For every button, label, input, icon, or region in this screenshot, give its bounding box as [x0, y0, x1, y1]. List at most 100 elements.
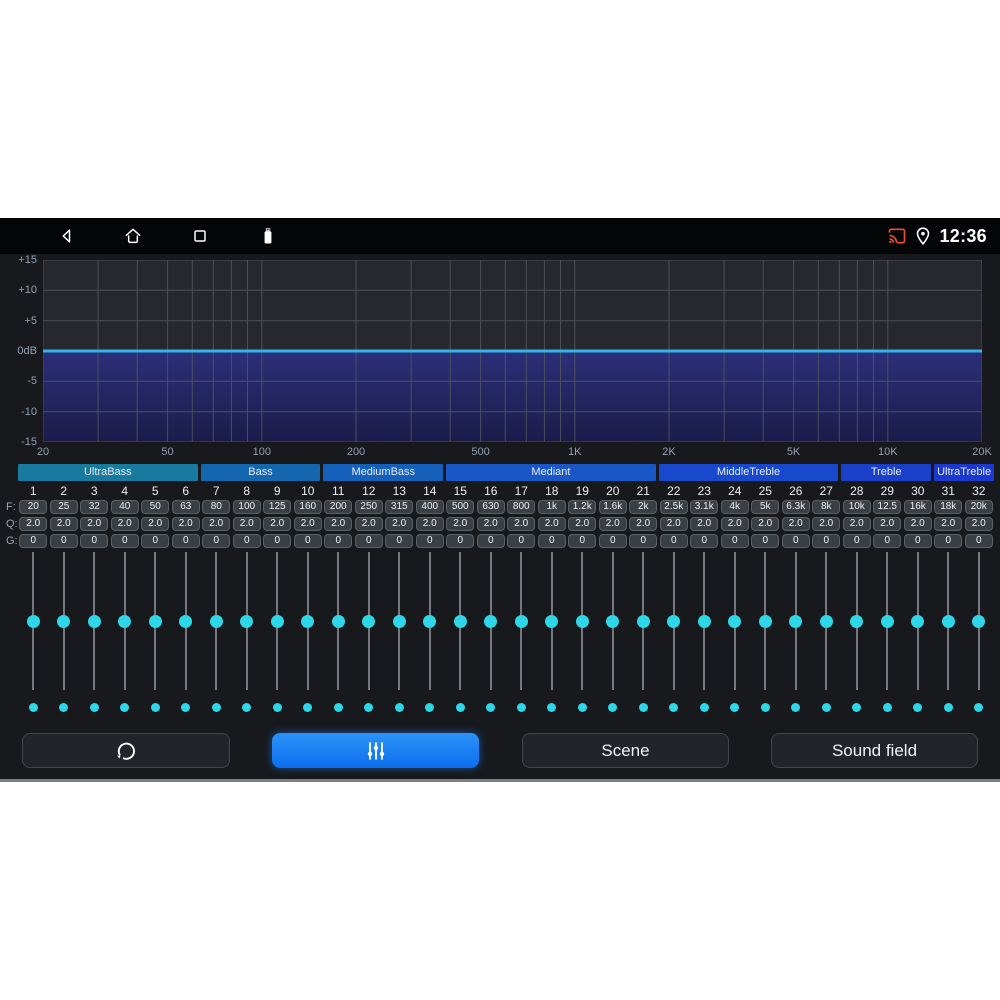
gain-value[interactable]: 0	[141, 534, 170, 548]
q-value[interactable]: 2.0	[781, 517, 810, 531]
q-value[interactable]: 2.0	[293, 517, 322, 531]
gain-value[interactable]: 0	[720, 534, 749, 548]
gain-slider[interactable]	[293, 552, 324, 690]
slider-knob[interactable]	[819, 614, 833, 628]
freq-value[interactable]: 315	[385, 500, 414, 514]
channel-dot[interactable]	[699, 703, 709, 712]
gain-value[interactable]: 0	[354, 534, 383, 548]
slider-knob[interactable]	[484, 614, 498, 628]
freq-value[interactable]: 3.1k	[690, 500, 719, 514]
freq-value[interactable]: 2k	[629, 500, 658, 514]
channel-dot[interactable]	[638, 703, 648, 712]
gain-value[interactable]: 0	[598, 534, 627, 548]
freq-value[interactable]: 5k	[751, 500, 780, 514]
gain-slider[interactable]	[171, 552, 202, 690]
gain-slider[interactable]	[659, 552, 690, 690]
freq-value[interactable]: 2.5k	[659, 500, 688, 514]
channel-dot[interactable]	[89, 703, 99, 712]
channel-dot[interactable]	[242, 703, 252, 712]
equalizer-button[interactable]	[272, 733, 479, 768]
back-icon[interactable]	[57, 226, 77, 246]
gain-slider[interactable]	[567, 552, 598, 690]
q-value[interactable]: 2.0	[873, 517, 902, 531]
gain-slider[interactable]	[354, 552, 385, 690]
freq-value[interactable]: 160	[293, 500, 322, 514]
gain-value[interactable]: 0	[324, 534, 353, 548]
gain-slider[interactable]	[811, 552, 842, 690]
gain-value[interactable]: 0	[80, 534, 109, 548]
slider-knob[interactable]	[148, 614, 162, 628]
gain-value[interactable]: 0	[842, 534, 871, 548]
slider-knob[interactable]	[636, 614, 650, 628]
recents-icon[interactable]	[190, 226, 210, 246]
slider-knob[interactable]	[667, 614, 681, 628]
gain-slider[interactable]	[49, 552, 80, 690]
q-value[interactable]: 2.0	[415, 517, 444, 531]
freq-value[interactable]: 800	[507, 500, 536, 514]
q-value[interactable]: 2.0	[751, 517, 780, 531]
q-value[interactable]: 2.0	[598, 517, 627, 531]
freq-value[interactable]: 1.6k	[598, 500, 627, 514]
slider-knob[interactable]	[941, 614, 955, 628]
gain-value[interactable]: 0	[385, 534, 414, 548]
gain-slider[interactable]	[872, 552, 903, 690]
slider-knob[interactable]	[57, 614, 71, 628]
q-value[interactable]: 2.0	[537, 517, 566, 531]
freq-value[interactable]: 6.3k	[781, 500, 810, 514]
slider-knob[interactable]	[789, 614, 803, 628]
home-icon[interactable]	[123, 226, 143, 246]
gain-slider[interactable]	[201, 552, 232, 690]
gain-slider[interactable]	[598, 552, 629, 690]
gain-value[interactable]: 0	[690, 534, 719, 548]
channel-dot[interactable]	[150, 703, 160, 712]
slider-knob[interactable]	[179, 614, 193, 628]
channel-dot[interactable]	[364, 703, 374, 712]
slider-knob[interactable]	[728, 614, 742, 628]
gain-value[interactable]: 0	[934, 534, 963, 548]
channel-dot[interactable]	[425, 703, 435, 712]
q-value[interactable]: 2.0	[842, 517, 871, 531]
gain-slider[interactable]	[781, 552, 812, 690]
scene-button[interactable]: Scene	[522, 733, 729, 768]
freq-value[interactable]: 125	[263, 500, 292, 514]
slider-knob[interactable]	[911, 614, 925, 628]
channel-dot[interactable]	[608, 703, 618, 712]
freq-value[interactable]: 1.2k	[568, 500, 597, 514]
gain-value[interactable]: 0	[507, 534, 536, 548]
q-value[interactable]: 2.0	[171, 517, 200, 531]
freq-value[interactable]: 630	[476, 500, 505, 514]
gain-value[interactable]: 0	[171, 534, 200, 548]
gain-slider[interactable]	[140, 552, 171, 690]
channel-dot[interactable]	[882, 703, 892, 712]
gain-slider[interactable]	[750, 552, 781, 690]
channel-dot[interactable]	[577, 703, 587, 712]
slider-knob[interactable]	[392, 614, 406, 628]
gain-slider[interactable]	[964, 552, 995, 690]
q-value[interactable]: 2.0	[903, 517, 932, 531]
gain-slider[interactable]	[903, 552, 934, 690]
reset-button[interactable]	[22, 733, 230, 768]
gain-value[interactable]: 0	[232, 534, 261, 548]
gain-slider[interactable]	[232, 552, 263, 690]
channel-dot[interactable]	[974, 703, 984, 712]
q-value[interactable]: 2.0	[629, 517, 658, 531]
channel-dot[interactable]	[486, 703, 496, 712]
slider-knob[interactable]	[26, 614, 40, 628]
gain-slider[interactable]	[18, 552, 49, 690]
gain-value[interactable]: 0	[110, 534, 139, 548]
slider-knob[interactable]	[880, 614, 894, 628]
slider-knob[interactable]	[697, 614, 711, 628]
freq-value[interactable]: 18k	[934, 500, 963, 514]
channel-dot[interactable]	[821, 703, 831, 712]
channel-dot[interactable]	[59, 703, 69, 712]
gain-value[interactable]: 0	[629, 534, 658, 548]
freq-value[interactable]: 1k	[537, 500, 566, 514]
slider-knob[interactable]	[87, 614, 101, 628]
gain-slider[interactable]	[445, 552, 476, 690]
q-value[interactable]: 2.0	[690, 517, 719, 531]
slider-knob[interactable]	[118, 614, 132, 628]
gain-slider[interactable]	[720, 552, 751, 690]
slider-knob[interactable]	[545, 614, 559, 628]
gain-slider[interactable]	[262, 552, 293, 690]
slider-knob[interactable]	[270, 614, 284, 628]
